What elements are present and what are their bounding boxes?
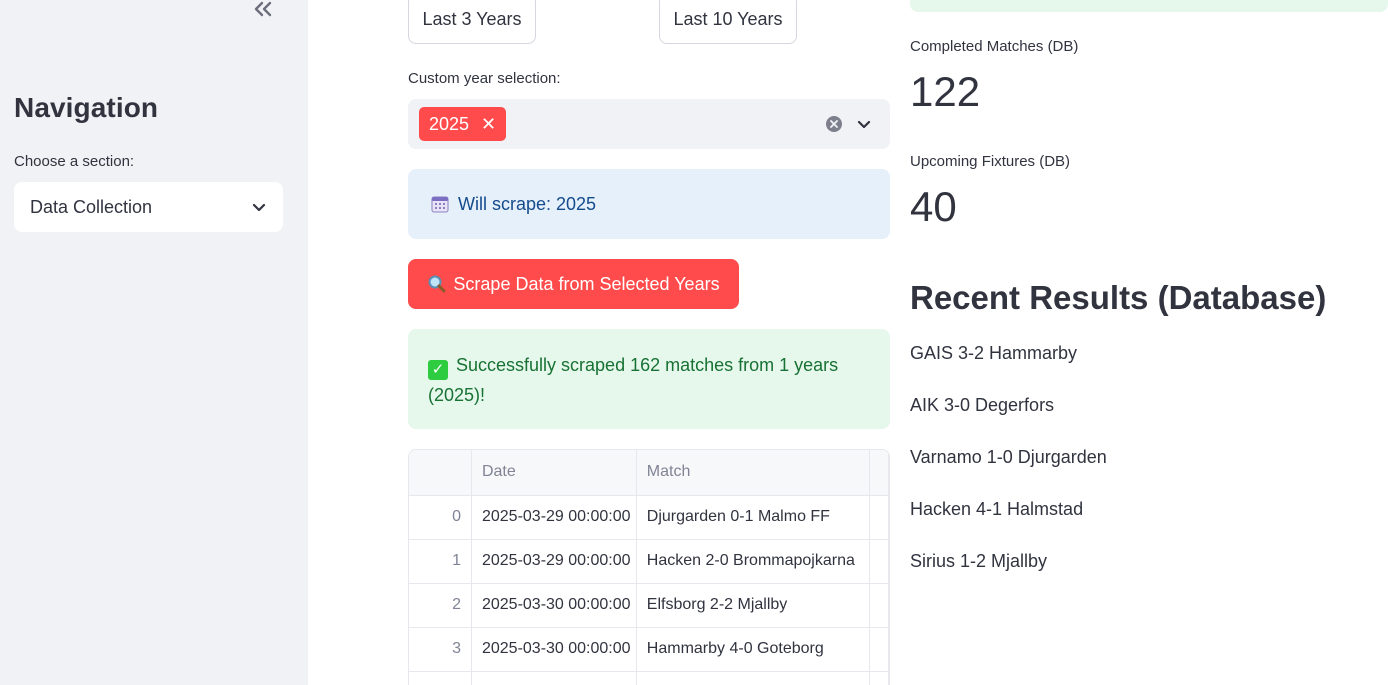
custom-year-label: Custom year selection: <box>408 70 561 87</box>
clear-selection-icon[interactable] <box>825 115 843 133</box>
match-cell[interactable]: Elfsborg 2-2 Mjallby <box>636 583 871 628</box>
date-cell[interactable] <box>471 671 637 685</box>
upcoming-fixtures-value: 40 <box>910 183 957 230</box>
date-cell[interactable]: 2025-03-30 00:00:00 <box>471 627 637 672</box>
scrape-data-button-label: Scrape Data from Selected Years <box>453 273 720 294</box>
magnifier-icon <box>428 275 446 293</box>
recent-result-item: AIK 3-0 Degerfors <box>910 395 1055 415</box>
sidebar-title: Navigation <box>14 92 159 123</box>
recent-result-item: Varnamo 1-0 Djurgarden <box>910 447 1107 467</box>
recent-result-item: Sirius 1-2 Mjallby <box>910 551 1048 571</box>
table-row[interactable]: 0 2025-03-29 00:00:00 Djurgarden 0-1 Mal… <box>409 495 889 540</box>
next-column-header[interactable] <box>869 450 889 496</box>
chevron-down-icon <box>252 203 266 212</box>
next-cell[interactable] <box>869 583 889 628</box>
index-column-header[interactable] <box>409 450 472 496</box>
success-alert: ✓ Successfully scraped 162 matches from 1… <box>408 329 890 429</box>
table-row[interactable]: 3 2025-03-30 00:00:00 Hammarby 4-0 Goteb… <box>409 627 889 672</box>
row-index: 2 <box>409 583 472 628</box>
completed-matches-value: 122 <box>910 68 981 115</box>
year-chip-label: 2025 <box>429 113 470 134</box>
last-10-years-button[interactable]: Last 10 Years <box>659 0 797 44</box>
next-cell[interactable] <box>869 495 889 540</box>
section-select[interactable]: Data Collection <box>14 182 283 232</box>
double-chevron-left-icon[interactable] <box>250 0 276 22</box>
table-row[interactable]: 1 2025-03-29 00:00:00 Hacken 2-0 Brommap… <box>409 539 889 584</box>
success-alert-partial <box>910 0 1388 12</box>
sidebar: Navigation Choose a section: Data Collec… <box>0 0 308 685</box>
info-alert: Will scrape: 2025 <box>408 169 890 239</box>
next-cell[interactable] <box>869 627 889 672</box>
table-row[interactable] <box>409 671 889 685</box>
match-cell[interactable] <box>636 671 871 685</box>
section-select-label: Choose a section: <box>14 153 135 170</box>
next-cell[interactable] <box>869 539 889 584</box>
table-header-row: Date Match <box>409 450 889 496</box>
date-column-header[interactable]: Date <box>471 450 637 496</box>
section-select-value: Data Collection <box>30 196 153 217</box>
year-chip: 2025 ✕ <box>419 107 507 141</box>
chevron-down-icon[interactable] <box>856 116 872 132</box>
match-cell[interactable]: Hammarby 4-0 Goteborg <box>636 627 871 672</box>
recent-results-title: Recent Results (Database) <box>910 279 1327 316</box>
row-index: 0 <box>409 495 472 540</box>
date-cell[interactable]: 2025-03-29 00:00:00 <box>471 495 637 540</box>
custom-year-multiselect[interactable]: 2025 ✕ <box>408 99 890 149</box>
remove-chip-icon[interactable]: ✕ <box>481 114 496 135</box>
date-cell[interactable]: 2025-03-30 00:00:00 <box>471 583 637 628</box>
completed-matches-label: Completed Matches (DB) <box>910 38 1079 55</box>
match-cell[interactable]: Djurgarden 0-1 Malmo FF <box>636 495 871 540</box>
row-index: 3 <box>409 627 472 672</box>
date-cell[interactable]: 2025-03-29 00:00:00 <box>471 539 637 584</box>
table-row[interactable]: 2 2025-03-30 00:00:00 Elfsborg 2-2 Mjall… <box>409 583 889 628</box>
calendar-icon <box>431 196 449 213</box>
match-column-header[interactable]: Match <box>636 450 871 496</box>
matches-table[interactable]: Date Match 0 2025-03-29 00:00:00 Djurgar… <box>408 449 890 685</box>
next-cell[interactable] <box>869 671 889 685</box>
upcoming-fixtures-label: Upcoming Fixtures (DB) <box>910 153 1071 170</box>
recent-result-item: GAIS 3-2 Hammarby <box>910 343 1078 363</box>
match-cell[interactable]: Hacken 2-0 Brommapojkarna <box>636 539 871 584</box>
info-text: Will scrape: 2025 <box>458 193 597 214</box>
check-icon: ✓ <box>428 360 448 380</box>
scrape-data-button[interactable]: Scrape Data from Selected Years <box>408 259 739 309</box>
last-3-years-button[interactable]: Last 3 Years <box>408 0 536 44</box>
row-index <box>409 671 472 685</box>
success-text: Successfully scraped 162 matches from 1 … <box>428 355 839 405</box>
row-index: 1 <box>409 539 472 584</box>
recent-result-item: Hacken 4-1 Halmstad <box>910 499 1084 519</box>
